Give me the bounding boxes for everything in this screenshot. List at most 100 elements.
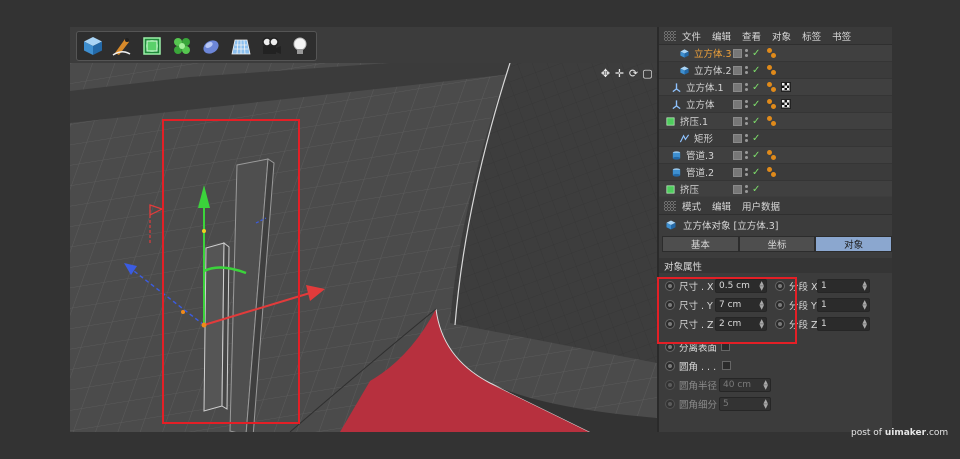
animate-radio[interactable] xyxy=(665,318,675,329)
menu-edit[interactable]: 编辑 xyxy=(712,199,731,213)
enabled-check-icon[interactable]: ✓ xyxy=(752,48,761,59)
fillet-checkbox[interactable] xyxy=(722,361,732,370)
tab-basic[interactable]: 基本 xyxy=(662,236,739,252)
tab-object[interactable]: 对象 xyxy=(815,236,892,252)
menu-edit[interactable]: 编辑 xyxy=(712,29,731,43)
menu-view[interactable]: 查看 xyxy=(742,29,761,43)
grip-icon[interactable] xyxy=(664,200,676,211)
animate-radio[interactable] xyxy=(775,318,785,329)
cinema4d-window: ✥ ✛ ⟳ ▢ 文件 编辑 查看 对象 标签 书签 立方体.3 ✓ 立方体.2 ✓ 立方… xyxy=(70,27,892,432)
animate-radio[interactable] xyxy=(665,341,675,352)
object-row[interactable]: 立方体.3 ✓ xyxy=(659,45,892,62)
phong-tag-icon[interactable] xyxy=(767,65,777,75)
3d-viewport[interactable]: ✥ ✛ ⟳ ▢ xyxy=(70,63,657,432)
object-tags xyxy=(767,150,777,160)
animate-radio[interactable] xyxy=(665,280,675,291)
object-row[interactable]: 矩形 ✓ xyxy=(659,130,892,147)
attribute-title-text: 立方体对象 [立方体.3] xyxy=(683,221,779,232)
layer-color-box[interactable] xyxy=(733,48,742,58)
visibility-dots-icon[interactable] xyxy=(745,185,749,193)
layer-color-box[interactable] xyxy=(733,116,742,126)
subdivision-nurbs-icon[interactable] xyxy=(138,33,166,59)
enabled-check-icon[interactable]: ✓ xyxy=(752,82,761,93)
object-name: 立方体.1 xyxy=(686,83,724,94)
object-row[interactable]: 立方体 ✓ xyxy=(659,96,892,113)
layer-color-box[interactable] xyxy=(733,99,742,109)
visibility-dots-icon[interactable] xyxy=(745,100,749,108)
segments-x-field[interactable]: 1 ▲ ▼ xyxy=(817,278,870,293)
phong-tag-icon[interactable] xyxy=(767,48,777,58)
object-row[interactable]: 挤压.1 ✓ xyxy=(659,113,892,130)
texture-tag-icon[interactable] xyxy=(781,82,791,92)
menu-bookmarks[interactable]: 书签 xyxy=(832,29,851,43)
pen-spline-tool-icon[interactable] xyxy=(109,33,137,59)
toggle-view-icon[interactable]: ▢ xyxy=(642,67,653,80)
phong-tag-icon[interactable] xyxy=(767,82,777,92)
enabled-check-icon[interactable]: ✓ xyxy=(752,133,761,144)
visibility-dots-icon[interactable] xyxy=(745,168,749,176)
object-name: 立方体 xyxy=(686,100,715,111)
move-view-icon[interactable]: ✥ xyxy=(600,67,611,80)
layer-color-box[interactable] xyxy=(733,82,742,92)
enabled-check-icon[interactable]: ✓ xyxy=(752,116,761,127)
phong-tag-icon[interactable] xyxy=(767,167,777,177)
visibility-dots-icon[interactable] xyxy=(745,117,749,125)
object-row[interactable]: 立方体.2 ✓ xyxy=(659,62,892,79)
animate-radio[interactable] xyxy=(775,299,785,310)
tube-icon xyxy=(671,150,682,161)
layer-color-box[interactable] xyxy=(733,150,742,160)
animate-radio[interactable] xyxy=(665,360,675,371)
fillet-subdivision-field: 5 ▲ ▼ xyxy=(719,396,771,411)
phong-tag-icon[interactable] xyxy=(767,99,777,109)
object-row[interactable]: 管道.2 ✓ xyxy=(659,164,892,181)
menu-file[interactable]: 文件 xyxy=(682,29,701,43)
menu-tags[interactable]: 标签 xyxy=(802,29,821,43)
phong-tag-icon[interactable] xyxy=(767,150,777,160)
object-row[interactable]: 管道.3 ✓ xyxy=(659,147,892,164)
separate-surfaces-row: 分离表面 xyxy=(659,337,892,356)
visibility-dots-icon[interactable] xyxy=(745,151,749,159)
layer-color-box[interactable] xyxy=(733,184,742,194)
cloner-mograph-icon[interactable] xyxy=(168,33,196,59)
enabled-check-icon[interactable]: ✓ xyxy=(752,184,761,195)
size-y-field[interactable]: 7 cm ▲ ▼ xyxy=(715,297,767,312)
cube-tool-icon[interactable] xyxy=(79,33,107,59)
enabled-check-icon[interactable]: ✓ xyxy=(752,150,761,161)
light-bulb-icon[interactable] xyxy=(286,33,314,59)
object-tags xyxy=(767,99,791,109)
separate-surfaces-checkbox[interactable] xyxy=(721,342,731,351)
grip-icon[interactable] xyxy=(664,30,676,41)
menu-objects[interactable]: 对象 xyxy=(772,29,791,43)
object-flags: ✓ xyxy=(733,82,761,93)
segments-y-field[interactable]: 1 ▲ ▼ xyxy=(817,297,870,312)
visibility-dots-icon[interactable] xyxy=(745,66,749,74)
object-flags: ✓ xyxy=(733,133,761,144)
layer-color-box[interactable] xyxy=(733,133,742,143)
visibility-dots-icon[interactable] xyxy=(745,134,749,142)
menu-user-data[interactable]: 用户数据 xyxy=(742,199,780,213)
rotate-view-icon[interactable]: ⟳ xyxy=(628,67,639,80)
phong-tag-icon[interactable] xyxy=(767,116,777,126)
size-x-field[interactable]: 0.5 cm ▲ ▼ xyxy=(715,278,767,293)
camera-icon[interactable] xyxy=(257,33,285,59)
pan-view-icon[interactable]: ✛ xyxy=(614,67,625,80)
enabled-check-icon[interactable]: ✓ xyxy=(752,99,761,110)
object-row[interactable]: 立方体.1 ✓ xyxy=(659,79,892,96)
visibility-dots-icon[interactable] xyxy=(745,49,749,57)
floor-scene-icon[interactable] xyxy=(227,33,255,59)
segments-z-field[interactable]: 1 ▲ ▼ xyxy=(817,316,870,331)
deformer-bend-icon[interactable] xyxy=(198,33,226,59)
enabled-check-icon[interactable]: ✓ xyxy=(752,65,761,76)
layer-color-box[interactable] xyxy=(733,167,742,177)
fillet-label: 圆角 . . . xyxy=(679,361,717,373)
size-z-field[interactable]: 2 cm ▲ ▼ xyxy=(715,316,767,331)
tab-coordinates[interactable]: 坐标 xyxy=(738,236,816,252)
animate-radio[interactable] xyxy=(665,299,675,310)
layer-color-box[interactable] xyxy=(733,65,742,75)
visibility-dots-icon[interactable] xyxy=(745,83,749,91)
enabled-check-icon[interactable]: ✓ xyxy=(752,167,761,178)
object-row[interactable]: 挤压 ✓ xyxy=(659,181,892,196)
animate-radio[interactable] xyxy=(775,280,785,291)
texture-tag-icon[interactable] xyxy=(781,99,791,109)
menu-mode[interactable]: 模式 xyxy=(682,199,701,213)
